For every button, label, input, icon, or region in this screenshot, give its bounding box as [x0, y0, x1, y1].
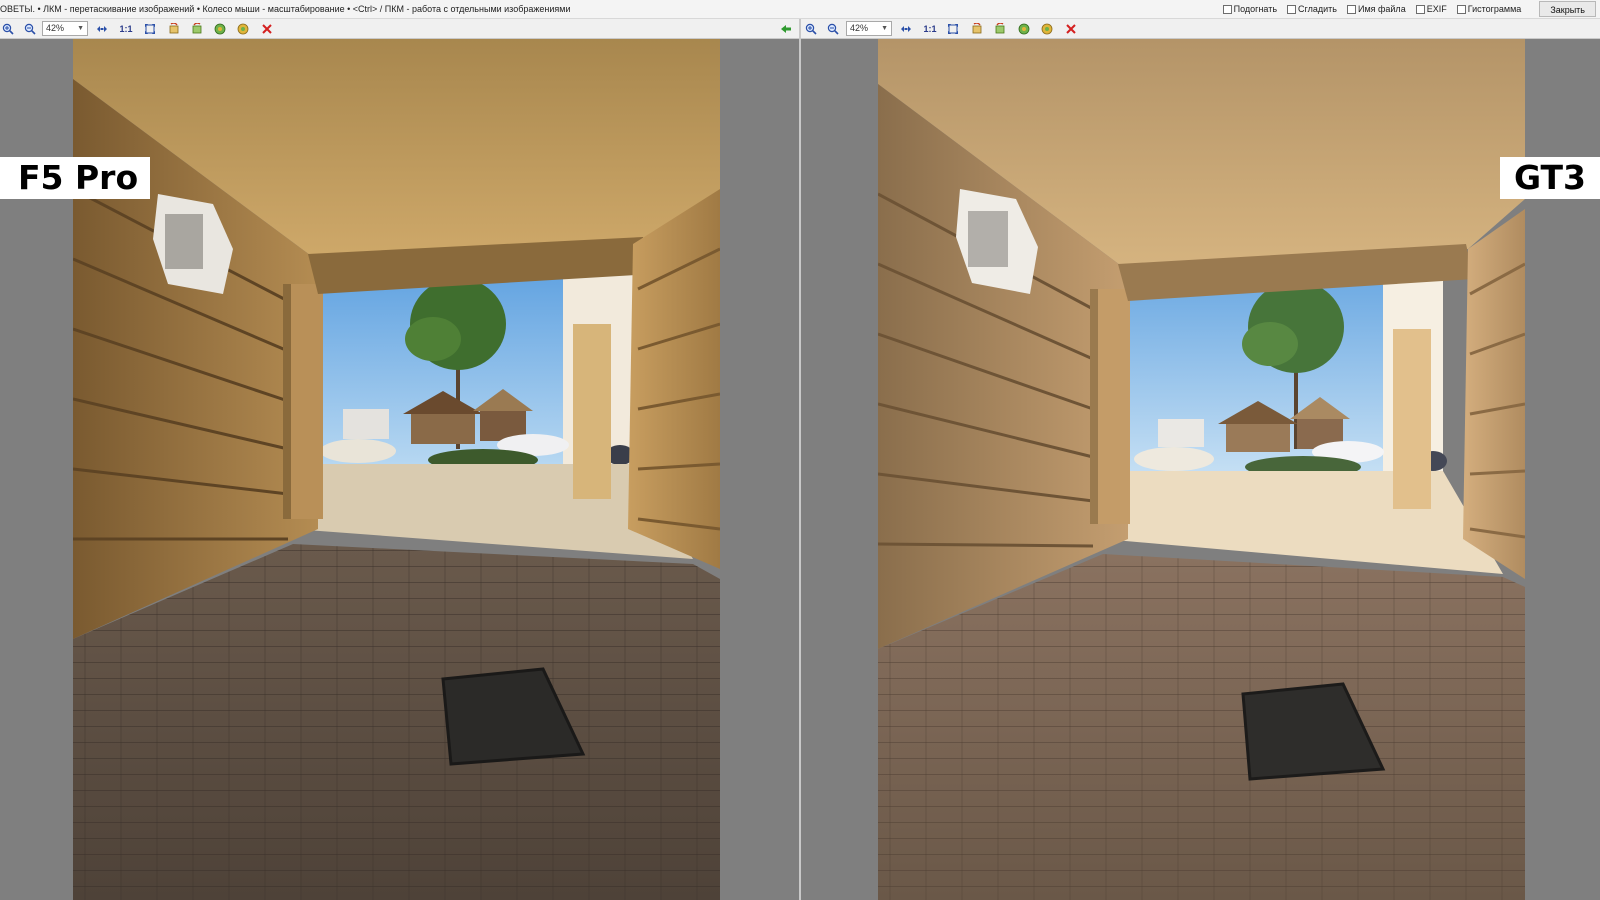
right-photo[interactable]	[878, 39, 1525, 900]
rotate-right-icon[interactable]	[190, 22, 204, 36]
left-photo[interactable]	[73, 39, 720, 900]
zoom-select[interactable]: 42% ▼	[846, 21, 892, 36]
zoom-in-icon[interactable]	[804, 22, 818, 36]
zoom-in-icon[interactable]	[1, 22, 15, 36]
hint-text: ОВЕТЫ. • ЛКМ - перетаскивание изображени…	[0, 4, 571, 14]
zoom-value: 42%	[46, 23, 65, 33]
right-photo-image	[878, 39, 1525, 900]
fit-window-icon[interactable]	[946, 22, 960, 36]
back-arrow-icon[interactable]	[779, 22, 793, 36]
option-exif-label: EXIF	[1426, 4, 1447, 14]
chevron-down-icon: ▼	[881, 25, 888, 32]
left-image-pane[interactable]: F5 Pro	[0, 39, 799, 900]
view-options: Подогнать Сгладить Имя файла EXIF Гистог…	[1222, 0, 1600, 18]
fit-icon[interactable]	[899, 22, 913, 36]
rotate-left-icon[interactable]	[970, 22, 984, 36]
option-smooth[interactable]: Сгладить	[1287, 0, 1337, 18]
zoom-out-icon[interactable]	[826, 22, 840, 36]
close-icon[interactable]	[260, 22, 274, 36]
close-button[interactable]: Закрыть	[1539, 1, 1596, 17]
camera-label-right: GT3	[1500, 157, 1600, 199]
option-filename[interactable]: Имя файла	[1346, 0, 1406, 18]
histogram-checkbox[interactable]	[1456, 4, 1466, 14]
flip-horizontal-icon[interactable]	[1017, 22, 1031, 36]
left-panel-toolbar: 42% ▼ 1:1	[0, 19, 800, 39]
option-fit[interactable]: Подогнать	[1222, 0, 1278, 18]
chevron-down-icon: ▼	[77, 25, 84, 32]
option-filename-label: Имя файла	[1357, 4, 1406, 14]
filename-checkbox[interactable]	[1346, 4, 1356, 14]
one-to-one-button[interactable]: 1:1	[118, 22, 134, 36]
rotate-right-icon[interactable]	[993, 22, 1007, 36]
fit-icon[interactable]	[95, 22, 109, 36]
fit-window-icon[interactable]	[143, 22, 157, 36]
exif-checkbox[interactable]	[1415, 4, 1425, 14]
option-histogram-label: Гистограмма	[1467, 4, 1522, 14]
camera-label-left: F5 Pro	[0, 157, 151, 199]
zoom-select[interactable]: 42% ▼	[42, 21, 88, 36]
right-panel-toolbar: 42% ▼ 1:1	[801, 19, 1600, 39]
option-smooth-label: Сгладить	[1298, 4, 1337, 14]
option-exif[interactable]: EXIF	[1415, 0, 1447, 18]
option-fit-label: Подогнать	[1233, 4, 1278, 14]
smooth-checkbox[interactable]	[1287, 4, 1297, 14]
one-to-one-button[interactable]: 1:1	[922, 22, 938, 36]
close-icon[interactable]	[1064, 22, 1078, 36]
zoom-value: 42%	[850, 23, 869, 33]
flip-vertical-icon[interactable]	[1040, 22, 1054, 36]
right-image-pane[interactable]: GT3	[801, 39, 1600, 900]
rotate-left-icon[interactable]	[167, 22, 181, 36]
flip-horizontal-icon[interactable]	[213, 22, 227, 36]
left-photo-image	[73, 39, 720, 900]
flip-vertical-icon[interactable]	[236, 22, 250, 36]
option-histogram[interactable]: Гистограмма	[1456, 0, 1522, 18]
fit-checkbox[interactable]	[1222, 4, 1232, 14]
zoom-out-icon[interactable]	[23, 22, 37, 36]
top-hint-bar: ОВЕТЫ. • ЛКМ - перетаскивание изображени…	[0, 0, 1600, 19]
